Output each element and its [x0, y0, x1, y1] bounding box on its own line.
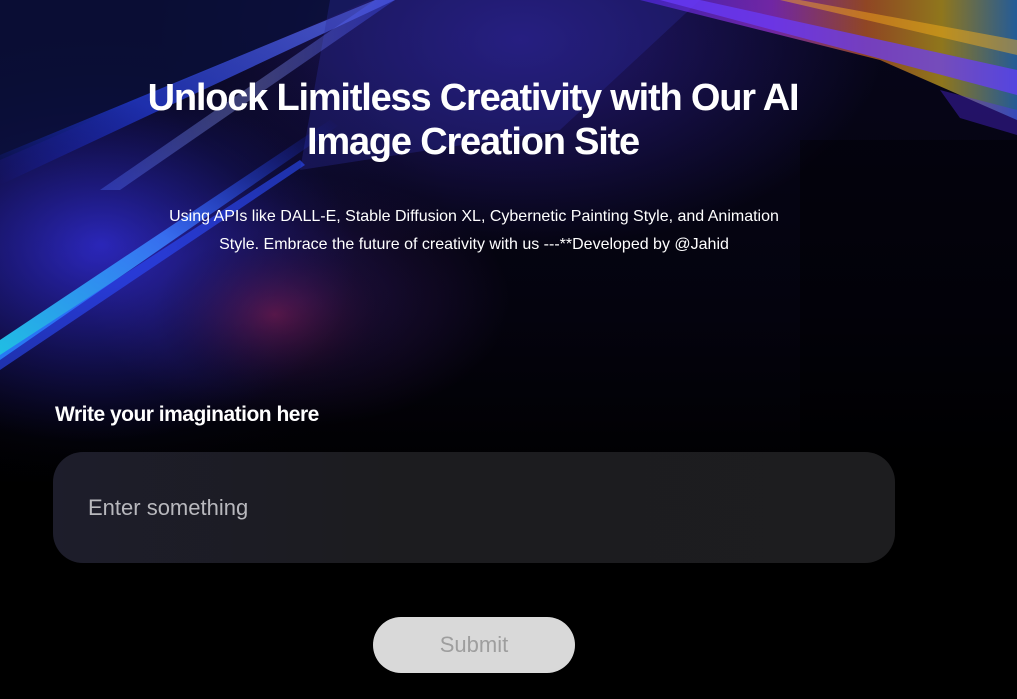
page: Unlock Limitless Creativity with Our AI … — [0, 0, 1017, 699]
prompt-label: Write your imagination here — [55, 403, 319, 426]
submit-button[interactable]: Submit — [373, 617, 575, 673]
page-title: Unlock Limitless Creativity with Our AI … — [147, 77, 800, 163]
page-subtitle: Using APIs like DALL-E, Stable Diffusion… — [169, 208, 779, 253]
prompt-input[interactable] — [53, 452, 895, 563]
